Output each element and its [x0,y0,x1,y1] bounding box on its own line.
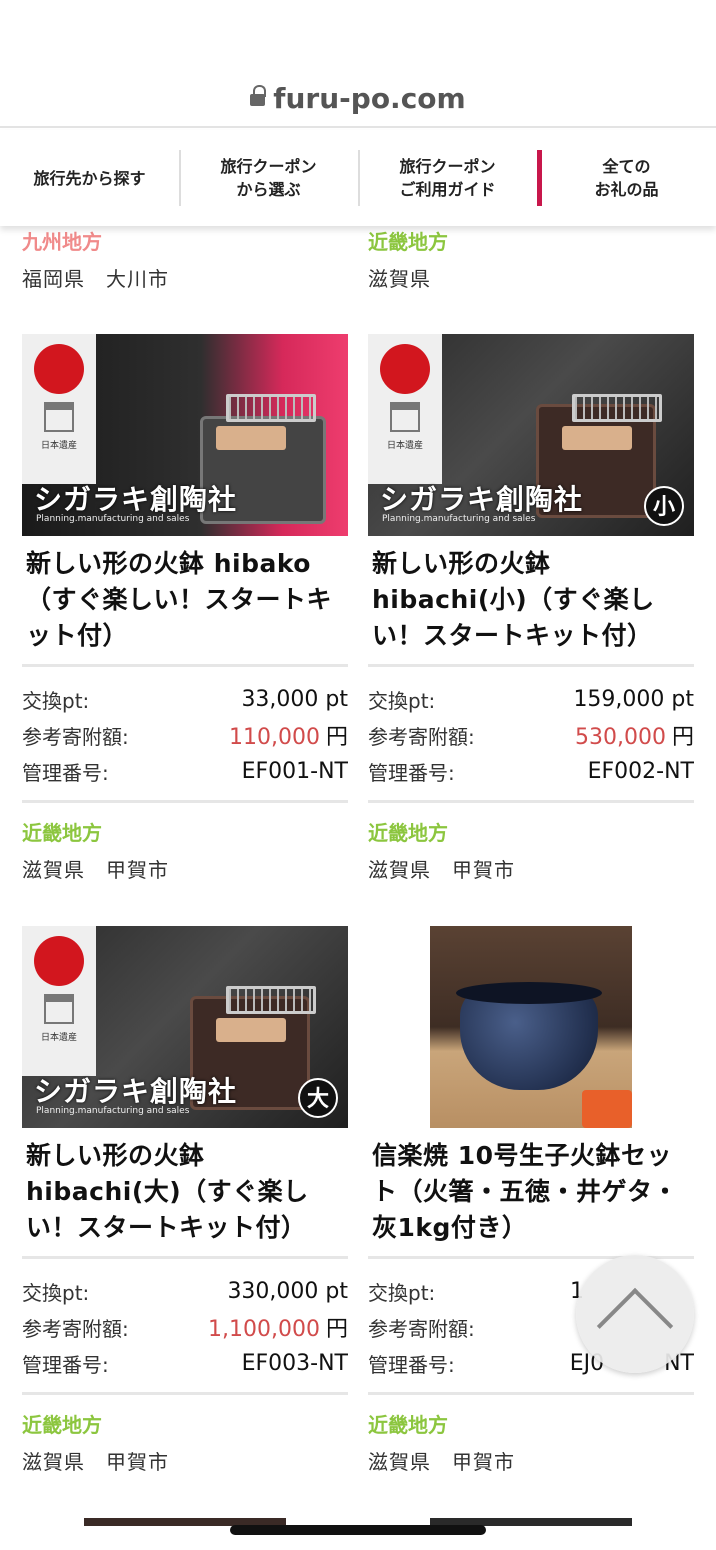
divider [22,664,348,667]
pt-row: 交換pt: 33,000 pt [22,686,348,713]
chevron-up-icon [596,1287,674,1365]
pt-row: 交換pt: 159,000 pt [368,686,694,713]
place-label: 滋賀県 [368,267,431,291]
code-row: 管理番号: EF001-NT [22,758,348,785]
place-label: 福岡県 大川市 [22,267,169,291]
lock-icon [250,85,267,106]
donation-row: 参考寄附額: 1,100,000 円 [22,1316,348,1343]
pt-row: 交換pt: 330,000 pt [22,1278,348,1305]
nav-coupon-guide[interactable]: 旅行クーポン ご利用ガイド [358,130,537,226]
product-title[interactable]: 新しい形の火鉢 hibachi(小)（すぐ楽しい！スタートキット付） [368,546,694,654]
product-location: 近畿地方 滋賀県 甲賀市 [22,821,169,882]
divider [22,1256,348,1259]
product-location: 近畿地方 滋賀県 甲賀市 [368,1413,515,1474]
brand-logo: シガラキ創陶社 [34,483,238,516]
donation-row: 参考寄附額: 110,000 円 [22,724,348,751]
product-location: 近畿地方 滋賀県 甲賀市 [22,1413,169,1474]
region-label: 近畿地方 [368,230,448,254]
prev-card-right-location: 近畿地方 滋賀県 [368,227,694,295]
code-row: 管理番号: EF003-NT [22,1350,348,1377]
product-location: 近畿地方 滋賀県 甲賀市 [368,821,515,882]
nav-all-gifts[interactable]: 全ての お礼の品 [537,130,716,226]
japan-heritage-badge: 日本遺産 [22,926,96,1076]
product-image[interactable] [368,926,694,1128]
product-image[interactable]: 日本遺産 シガラキ創陶社 Planning.manufacturing and … [22,334,348,536]
divider [22,800,348,803]
size-badge: 小 [644,486,684,526]
japan-heritage-badge: 日本遺産 [368,334,442,484]
divider [368,800,694,803]
prev-card-left-location: 九州地方 福岡県 大川市 [22,227,348,295]
brand-logo: シガラキ創陶社 [380,483,584,516]
region-label: 九州地方 [22,230,102,254]
japan-heritage-badge: 日本遺産 [22,334,96,484]
size-badge: 大 [298,1078,338,1118]
divider [368,664,694,667]
brand-logo: シガラキ創陶社 [34,1075,238,1108]
product-title[interactable]: 新しい形の火鉢 hibako（すぐ楽しい！スタートキット付） [22,546,348,654]
url-text[interactable]: furu-po.com [0,82,716,115]
product-title[interactable]: 信楽焼 10号生子火鉢セット（火箸・五徳・井ゲタ・灰1kg付き） [368,1138,694,1246]
divider [368,1392,694,1395]
browser-url-bar[interactable]: furu-po.com [0,0,716,128]
grill-illustration [226,394,316,422]
scroll-to-top-button[interactable] [576,1255,694,1373]
top-nav: 旅行先から探す 旅行クーポン から選ぶ 旅行クーポン ご利用ガイド 全ての お礼… [0,130,716,226]
product-title[interactable]: 新しい形の火鉢 hibachi(大)（すぐ楽しい！スタートキット付） [22,1138,348,1246]
grill-illustration [226,986,316,1014]
nav-coupon-select[interactable]: 旅行クーポン から選ぶ [179,130,358,226]
grill-illustration [572,394,662,422]
home-indicator[interactable] [230,1525,486,1535]
donation-row: 参考寄附額: 530,000 円 [368,724,694,751]
product-image[interactable]: 日本遺産 シガラキ創陶社 Planning.manufacturing and … [22,926,348,1128]
divider [22,1392,348,1395]
code-row: 管理番号: EF002-NT [368,758,694,785]
nav-search-destination[interactable]: 旅行先から探す [0,130,179,226]
product-image[interactable]: 日本遺産 シガラキ創陶社 Planning.manufacturing and … [368,334,694,536]
